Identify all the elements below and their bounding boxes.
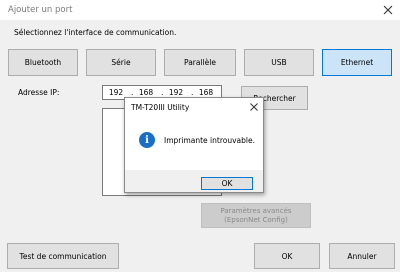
dialog-ok-button[interactable]: OK [201, 177, 253, 190]
dialog-message: Imprimante introuvable. [164, 136, 255, 145]
tab-usb[interactable]: USB [244, 49, 314, 76]
ip-octet-2[interactable]: 168 [135, 88, 157, 97]
advanced-settings-sublabel: (EpsonNet Config) [224, 215, 288, 224]
ip-address-label: Adresse IP: [18, 88, 60, 97]
tab-bluetooth[interactable]: Bluetooth [8, 49, 78, 76]
dialog-title-bar: TM-T20III Utility [125, 98, 263, 116]
close-icon[interactable] [382, 4, 394, 16]
tab-parallele[interactable]: Parallèle [164, 49, 236, 76]
ip-octet-3[interactable]: 192 [165, 88, 187, 97]
advanced-settings-label: Paramètres avancés [220, 206, 292, 215]
tab-serie[interactable]: Série [86, 49, 156, 76]
ip-dot: . [131, 88, 134, 97]
dialog-title: TM-T20III Utility [131, 103, 190, 112]
test-communication-button[interactable]: Test de communication [7, 243, 119, 269]
ok-button[interactable]: OK [254, 243, 320, 269]
tab-ethernet[interactable]: Ethernet [322, 49, 392, 76]
dialog-body: i Imprimante introuvable. [125, 116, 263, 170]
ip-octet-4[interactable]: 168 [195, 88, 217, 97]
window-title-bar: Ajouter un port [0, 0, 400, 20]
message-dialog: TM-T20III Utility i Imprimante introuvab… [124, 97, 264, 193]
ip-dot: . [161, 88, 164, 97]
info-icon: i [139, 132, 155, 148]
ip-dot: . [191, 88, 194, 97]
cancel-button[interactable]: Annuler [329, 243, 395, 269]
close-icon[interactable] [249, 102, 259, 112]
ip-octet-1[interactable]: 192 [105, 88, 127, 97]
interface-prompt: Sélectionnez l'interface de communicatio… [14, 28, 177, 37]
window-title: Ajouter un port [8, 5, 73, 15]
advanced-settings-button[interactable]: Paramètres avancés (EpsonNet Config) [201, 203, 311, 228]
